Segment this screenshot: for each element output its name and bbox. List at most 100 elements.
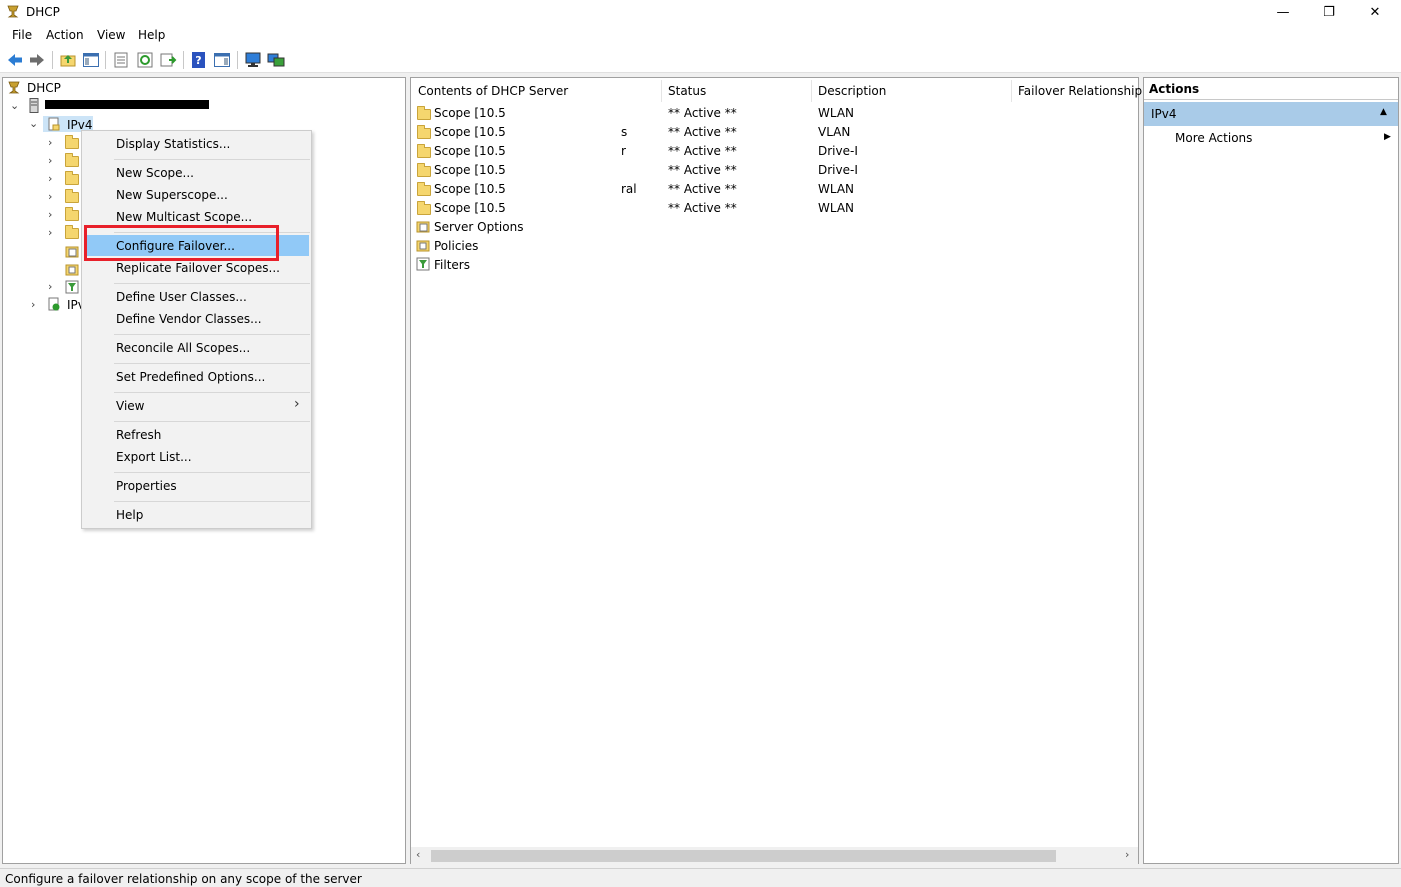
- policies-icon[interactable]: [65, 262, 79, 276]
- filters-icon: [416, 257, 430, 271]
- folder-icon[interactable]: [65, 189, 79, 203]
- scrollbar-thumb[interactable]: [431, 850, 1056, 862]
- menu-separator: [114, 472, 310, 473]
- row-name-fragment: r: [621, 144, 626, 158]
- svg-text:?: ?: [195, 54, 201, 67]
- export-list-icon[interactable]: [159, 51, 177, 69]
- chevron-right-icon[interactable]: ›: [48, 136, 52, 149]
- folder-icon: [417, 125, 431, 139]
- folder-icon[interactable]: [65, 225, 79, 239]
- help-icon[interactable]: ?: [190, 51, 208, 69]
- collapse-up-icon[interactable]: ▲: [1380, 107, 1387, 117]
- column-header-failover[interactable]: Failover Relationship: [1018, 84, 1142, 98]
- folder-icon[interactable]: [65, 135, 79, 149]
- server-options-icon[interactable]: [65, 244, 79, 258]
- actions-section-label: IPv4: [1151, 107, 1177, 121]
- action-pane-icon[interactable]: [213, 51, 231, 69]
- column-separator[interactable]: [1011, 80, 1012, 102]
- row-name-fragment: s: [621, 125, 628, 139]
- toolbar-separator: [237, 51, 238, 69]
- actions-header: Actions: [1144, 78, 1398, 100]
- policies-label: Policies: [434, 239, 479, 253]
- row-description: VLAN: [818, 125, 851, 139]
- folder-icon[interactable]: [65, 171, 79, 185]
- menu-item-define-user-classes[interactable]: Define User Classes...: [116, 290, 247, 304]
- scroll-left-icon[interactable]: ‹: [416, 848, 420, 861]
- filters-label: Filters: [434, 258, 470, 272]
- menu-item-properties[interactable]: Properties: [116, 479, 177, 493]
- properties-sheet-icon[interactable]: [112, 51, 130, 69]
- horizontal-scrollbar[interactable]: ‹ ›: [411, 847, 1138, 864]
- submenu-arrow-icon: ▶: [1384, 132, 1391, 142]
- actions-title: Actions: [1149, 82, 1200, 96]
- back-arrow-icon[interactable]: [6, 51, 24, 69]
- monitor-icon[interactable]: [244, 51, 262, 69]
- menu-item-new-scope[interactable]: New Scope...: [116, 166, 194, 180]
- row-description: WLAN: [818, 106, 855, 120]
- restore-button[interactable]: ❐: [1306, 0, 1352, 25]
- folder-icon[interactable]: [65, 207, 79, 221]
- chevron-right-icon[interactable]: ›: [48, 154, 52, 167]
- actions-section-ipv4[interactable]: IPv4 ▲: [1144, 102, 1398, 126]
- chevron-right-icon[interactable]: ›: [48, 172, 52, 185]
- network-monitor-icon[interactable]: [267, 51, 285, 69]
- row-name-fragment: ral: [621, 182, 637, 196]
- close-button[interactable]: ✕: [1352, 0, 1398, 25]
- title-bar: DHCP — ❐ ✕: [0, 0, 1401, 25]
- chevron-right-icon[interactable]: ›: [48, 190, 52, 203]
- row-name: Scope [10.5: [434, 182, 506, 196]
- menu-item-refresh[interactable]: Refresh: [116, 428, 161, 442]
- policies-icon: [416, 240, 430, 252]
- folder-icon[interactable]: [65, 153, 79, 167]
- window-title: DHCP: [26, 5, 60, 19]
- context-menu: Display Statistics... New Scope... New S…: [81, 130, 312, 529]
- menu-item-help[interactable]: Help: [116, 508, 143, 522]
- menu-item-new-superscope[interactable]: New Superscope...: [116, 188, 228, 202]
- refresh-icon[interactable]: [136, 51, 154, 69]
- row-description: WLAN: [818, 182, 855, 196]
- minimize-button[interactable]: —: [1260, 0, 1306, 25]
- chevron-right-icon[interactable]: ›: [48, 226, 52, 239]
- show-hide-tree-icon[interactable]: [82, 51, 100, 69]
- tree-item-dhcp[interactable]: DHCP: [27, 81, 61, 95]
- menu-item-display-statistics[interactable]: Display Statistics...: [116, 137, 230, 151]
- folder-icon: [417, 106, 431, 120]
- row-status: ** Active **: [668, 163, 737, 177]
- actions-pane: Actions IPv4 ▲ More Actions ▶: [1143, 77, 1399, 864]
- forward-arrow-icon[interactable]: [28, 51, 46, 69]
- scroll-right-icon[interactable]: ›: [1125, 848, 1129, 861]
- menu-item-export-list[interactable]: Export List...: [116, 450, 192, 464]
- menu-separator: [114, 363, 310, 364]
- menu-item-new-multicast-scope[interactable]: New Multicast Scope...: [116, 210, 252, 224]
- row-status: ** Active **: [668, 144, 737, 158]
- dhcp-app-icon: [7, 5, 19, 18]
- chevron-down-icon[interactable]: ⌄: [29, 117, 38, 130]
- column-separator[interactable]: [811, 80, 812, 102]
- menu-item-reconcile-all-scopes[interactable]: Reconcile All Scopes...: [116, 341, 250, 355]
- menu-view[interactable]: View: [97, 28, 125, 42]
- menu-help[interactable]: Help: [138, 28, 165, 42]
- column-header-status[interactable]: Status: [668, 84, 706, 98]
- chevron-down-icon[interactable]: ⌄: [10, 99, 19, 112]
- menu-separator: [114, 421, 310, 422]
- column-header-contents[interactable]: Contents of DHCP Server: [418, 84, 568, 98]
- column-header-description[interactable]: Description: [818, 84, 886, 98]
- dhcp-window: DHCP — ❐ ✕ File Action View Help ? DHCP …: [0, 0, 1401, 887]
- menu-item-define-vendor-classes[interactable]: Define Vendor Classes...: [116, 312, 262, 326]
- server-icon: [29, 98, 39, 113]
- menu-item-view[interactable]: View: [116, 399, 144, 413]
- filters-icon[interactable]: [65, 280, 79, 294]
- chevron-right-icon[interactable]: ›: [31, 298, 35, 311]
- dhcp-root-icon: [8, 81, 20, 94]
- chevron-right-icon[interactable]: ›: [48, 208, 52, 221]
- menu-separator: [114, 392, 310, 393]
- row-description: Drive-I: [818, 144, 858, 158]
- column-separator[interactable]: [661, 80, 662, 102]
- menu-action[interactable]: Action: [46, 28, 84, 42]
- menu-item-set-predefined-options[interactable]: Set Predefined Options...: [116, 370, 265, 384]
- menu-file[interactable]: File: [12, 28, 32, 42]
- menu-item-replicate-failover-scopes[interactable]: Replicate Failover Scopes...: [116, 261, 280, 275]
- up-folder-icon[interactable]: [59, 51, 77, 69]
- server-options-icon: [416, 221, 430, 233]
- chevron-right-icon[interactable]: ›: [48, 280, 52, 293]
